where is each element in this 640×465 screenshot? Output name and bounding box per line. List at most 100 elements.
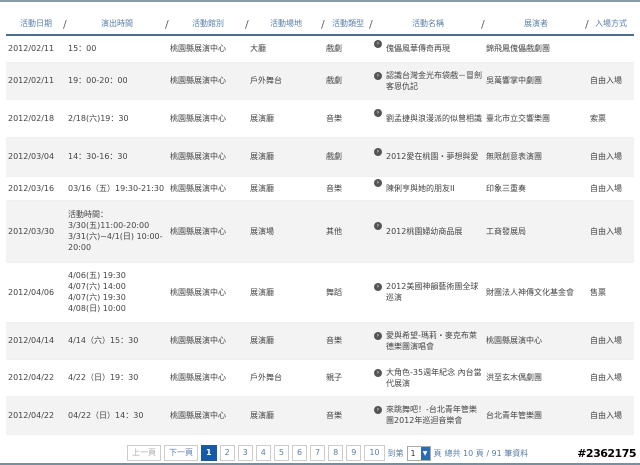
column-separator: / bbox=[63, 18, 67, 31]
page-button[interactable]: 9 bbox=[346, 445, 362, 461]
performer-text: 錦飛鳳傀儡戲劇團 bbox=[486, 44, 550, 54]
cell-type: 其他 bbox=[324, 200, 372, 263]
cell-name[interactable]: › 陳俐亨與她的朋友II bbox=[372, 176, 484, 201]
column-header: / 活動場地 bbox=[245, 13, 324, 36]
cell-name[interactable]: › 2012桃園婦幼商品展 bbox=[372, 200, 484, 263]
performer-text: 台北青年管樂團 bbox=[486, 410, 542, 420]
cell-entry bbox=[588, 35, 634, 63]
name-text: 傀儡風華傳奇再現 bbox=[386, 44, 450, 54]
type-text: 音樂 bbox=[326, 113, 342, 123]
column-header-label: 活動類型 bbox=[332, 19, 364, 28]
type-text: 音樂 bbox=[326, 183, 342, 193]
date-text: 2012/04/14 bbox=[8, 336, 55, 345]
cell-entry: 自由入場 bbox=[588, 322, 634, 360]
page-button[interactable]: 6 bbox=[291, 445, 308, 461]
venue-text: 展演場 bbox=[250, 226, 274, 236]
column-header: / 活動館別 bbox=[165, 13, 248, 36]
page-button[interactable]: 10 bbox=[364, 445, 385, 461]
cell-date: 2012/04/06 bbox=[6, 262, 66, 323]
cell-type: 音樂 bbox=[324, 99, 372, 138]
page-button[interactable]: 2 bbox=[219, 445, 235, 461]
cell-date: 2012/02/18 bbox=[6, 99, 66, 138]
cell-date: 2012/04/22 bbox=[6, 359, 66, 397]
arrow-right-icon: › bbox=[374, 406, 382, 414]
top-border bbox=[0, 0, 640, 2]
name-text: 劉孟捷與浪漫派的似曾相識 bbox=[386, 113, 482, 123]
time-text: 15：00 bbox=[68, 44, 97, 54]
type-text: 戲劇 bbox=[326, 152, 342, 161]
cell-venue: 展演廳 bbox=[248, 396, 324, 435]
cell-entry: 自由入場 bbox=[588, 62, 634, 100]
column-header: / 活動類型 bbox=[321, 13, 372, 36]
page-select-value: 1 bbox=[410, 448, 416, 458]
venue-text: 展演廳 bbox=[250, 287, 274, 297]
cell-name[interactable]: › 來跳舞吧！-台北青年管樂團2012年巡迴音樂會 bbox=[372, 396, 484, 435]
next-page-button[interactable]: 下一頁 bbox=[164, 445, 198, 461]
entry-text: 自由入場 bbox=[590, 410, 622, 420]
name-text: 來跳舞吧！-台北青年管樂團2012年巡迴音樂會 bbox=[386, 405, 477, 425]
page-button[interactable]: 3 bbox=[237, 445, 253, 461]
cell-performer: 台北青年管樂團 bbox=[484, 396, 588, 435]
column-separator: / bbox=[245, 18, 249, 31]
venue-text: 展演廳 bbox=[250, 113, 274, 123]
performer-text: 桃園縣展演中心 bbox=[486, 336, 542, 345]
cell-performer: 無限創意表演團 bbox=[484, 137, 588, 177]
performer-text: 工商發展局 bbox=[486, 226, 526, 236]
pagination: 上一頁 下一頁 1 2 3 4 5 6 7 8 9 10 到第 1 ▼ 頁 總共 10 頁 / 91… bbox=[127, 445, 528, 461]
performer-text: 印象三重奏 bbox=[486, 183, 526, 193]
cell-name[interactable]: › 2012美國神韻藝術團全球巡演 bbox=[372, 262, 484, 323]
cell-hall: 桃園縣展演中心 bbox=[168, 62, 248, 100]
page-select[interactable]: 1 ▼ bbox=[406, 445, 431, 461]
date-text: 2012/02/18 bbox=[8, 113, 55, 123]
time-text: 4/06(五) 19:30 4/07(六) 14:00 4/07(六) 19:3… bbox=[68, 271, 126, 313]
cell-hall: 桃園縣展演中心 bbox=[168, 262, 248, 323]
column-separator: / bbox=[165, 18, 169, 31]
name-text: 認識台灣金光布袋戲－冒劍客恩仇記 bbox=[386, 70, 482, 91]
cell-entry: 自由入場 bbox=[588, 137, 634, 177]
cell-venue: 大廳 bbox=[248, 35, 324, 63]
arrow-right-icon: › bbox=[374, 39, 382, 48]
watermark: #2362175 bbox=[577, 447, 636, 460]
cell-type: 音樂 bbox=[324, 396, 372, 435]
cell-hall: 桃園縣展演中心 bbox=[168, 35, 248, 63]
column-separator: / bbox=[481, 18, 485, 31]
date-text: 2012/02/11 bbox=[8, 44, 55, 54]
cell-name[interactable]: › 傀儡風華傳奇再現 bbox=[372, 35, 484, 63]
prev-page-button[interactable]: 上一頁 bbox=[127, 445, 161, 461]
hall-text: 桃園縣展演中心 bbox=[170, 152, 226, 161]
column-header: 活動日期 bbox=[6, 13, 66, 36]
events-table: 活動日期 / 演出時間 / 活動館別 / 活動場地 / 活動類型 / 活動名稱 / 展演者 / 入場方式 2… bbox=[6, 13, 634, 435]
time-text: 4/14（六）15：30 bbox=[68, 336, 139, 345]
cell-name[interactable]: › 大角色-35週年紀念 內台當代展演 bbox=[372, 359, 484, 397]
column-header-label: 活動場地 bbox=[270, 19, 302, 28]
page-button[interactable]: 1 bbox=[201, 445, 217, 461]
cell-hall: 桃園縣展演中心 bbox=[168, 200, 248, 263]
entry-text: 自由入場 bbox=[590, 336, 622, 345]
cell-time: 14：30-16：30 bbox=[66, 137, 168, 177]
hall-text: 桃園縣展演中心 bbox=[170, 183, 226, 193]
cell-time: 04/22（日）14：30 bbox=[66, 396, 168, 435]
type-text: 音樂 bbox=[326, 336, 342, 345]
cell-entry: 自由入場 bbox=[588, 176, 634, 201]
cell-date: 2012/04/14 bbox=[6, 322, 66, 360]
page-button[interactable]: 7 bbox=[310, 445, 326, 461]
page-unit: 頁 bbox=[433, 448, 442, 458]
cell-hall: 桃園縣展演中心 bbox=[168, 322, 248, 360]
type-text: 戲劇 bbox=[326, 76, 342, 85]
page-button[interactable]: 4 bbox=[255, 445, 271, 461]
cell-name[interactable]: › 認識台灣金光布袋戲－冒劍客恩仇記 bbox=[372, 62, 484, 100]
cell-name[interactable]: › 劉孟捷與浪漫派的似曾相識 bbox=[372, 99, 484, 138]
type-text: 音樂 bbox=[326, 410, 342, 420]
name-text: 2012愛在桃園・夢想與愛 bbox=[386, 152, 479, 161]
entry-text: 售票 bbox=[590, 287, 606, 297]
hall-text: 桃園縣展演中心 bbox=[170, 44, 226, 54]
cell-name[interactable]: › 愛與希望-瑪莉・麥克布萊德樂團演唱會 bbox=[372, 322, 484, 360]
cell-performer: 印象三重奏 bbox=[484, 176, 588, 201]
cell-name[interactable]: › 2012愛在桃園・夢想與愛 bbox=[372, 137, 484, 177]
table-row: 2012/03/04 14：30-16：30 桃園縣展演中心 展演廳 戲劇 › 2012愛在… bbox=[6, 137, 634, 177]
page-button[interactable]: 5 bbox=[273, 445, 289, 461]
hall-text: 桃園縣展演中心 bbox=[170, 226, 226, 236]
cell-date: 2012/03/04 bbox=[6, 137, 66, 177]
page-button[interactable]: 8 bbox=[328, 445, 344, 461]
venue-text: 戶外舞台 bbox=[250, 373, 282, 382]
